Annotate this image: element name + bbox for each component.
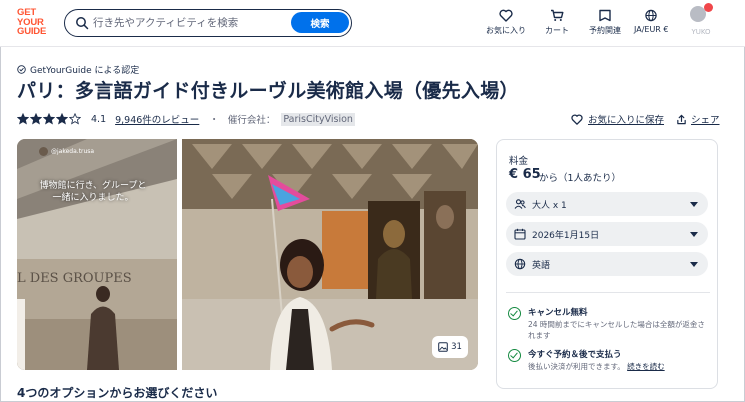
date-select[interactable]: 2026年1月15日 — [506, 222, 708, 246]
nav-wishlist[interactable]: お気に入り — [486, 9, 526, 36]
heart-icon — [499, 9, 513, 22]
feature-description: 24 時間前までにキャンセルした場合は全額が返金されます — [528, 320, 705, 340]
rating-row: 4.1 9,946件のレビュー ・ 催行会社： ParisCityVision — [17, 112, 355, 126]
page-title: パリ：多言語ガイド付きルーヴル美術館入場（優先入場） — [17, 80, 519, 102]
save-to-wishlist-button[interactable]: お気に入りに保存 — [571, 112, 664, 126]
louvre-group-photo: L DES GROUPES — [17, 139, 177, 370]
price-value: € 65 — [509, 167, 541, 182]
ticket-icon — [599, 9, 611, 22]
nav-cart[interactable]: カート — [545, 9, 569, 36]
notification-dot — [704, 3, 713, 12]
check-circle-icon — [508, 349, 521, 362]
feature-title: 今すぐ予約＆後で支払う — [528, 350, 622, 360]
globe-icon — [514, 258, 526, 270]
louvre-mona-lisa-photo — [182, 139, 478, 370]
share-label: シェア — [691, 115, 720, 126]
nav-bookings[interactable]: 予約関連 — [589, 9, 621, 36]
star-icon — [43, 113, 55, 125]
getyourguide-logo[interactable]: GET YOUR GUIDE — [17, 8, 49, 38]
user-avatar-icon — [39, 147, 48, 156]
options-heading: 4つのオプションからお選びください — [17, 386, 218, 400]
organizer-label: 催行会社： — [227, 115, 276, 126]
price-suffix: から（1人あたり） — [539, 173, 622, 184]
reviews-link[interactable]: 9,946件のレビュー — [115, 112, 199, 126]
star-icon — [30, 113, 42, 125]
calendar-icon — [514, 228, 526, 240]
top-header: GET YOUR GUIDE 検索 お気に入り カート 予約関連 — [0, 0, 745, 47]
nav-language-currency[interactable]: JA/EUR € — [634, 9, 669, 34]
language-value: 英語 — [532, 260, 551, 271]
separator-dot: ・ — [209, 115, 219, 126]
star-icon — [17, 113, 29, 125]
booking-card: 料金 € 65 から（1人あたり） 大人 x 1 2026年1月15日 英語 キ… — [496, 139, 718, 389]
feature-description: 後払い決済が利用できます。 続きを読む — [528, 361, 708, 372]
chevron-down-icon — [690, 202, 698, 207]
search-button[interactable]: 検索 — [291, 12, 349, 33]
verified-check-icon — [17, 65, 26, 74]
language-select[interactable]: 英語 — [506, 252, 708, 276]
share-icon — [677, 114, 686, 124]
svg-text:L DES GROUPES: L DES GROUPES — [17, 271, 132, 286]
feature-description-text: 後払い決済が利用できます。 — [528, 362, 625, 371]
heart-icon — [571, 114, 583, 125]
search-bar: 検索 — [64, 9, 352, 37]
search-icon — [76, 17, 89, 30]
card-divider — [506, 292, 710, 293]
star-icon — [56, 113, 68, 125]
globe-icon — [645, 9, 657, 22]
logo-line-3: GUIDE — [17, 26, 47, 37]
image-icon — [438, 342, 448, 352]
read-more-link[interactable]: 続きを読む — [627, 362, 665, 371]
price-label: 料金 — [509, 156, 529, 167]
check-circle-icon — [508, 307, 521, 320]
nav-wishlist-label: お気に入り — [486, 26, 526, 35]
photo-user-tag: @jakeda.trusa — [39, 147, 94, 156]
certification-badge: GetYourGuide による認定 — [17, 63, 139, 76]
rating-value: 4.1 — [91, 113, 107, 125]
gallery-photo-group[interactable]: L DES GROUPES @jakeda.trusa — [17, 139, 177, 370]
certification-text: GetYourGuide による認定 — [30, 66, 140, 76]
feature-title: キャンセル無料 — [528, 308, 588, 318]
nav-cart-label: カート — [545, 26, 569, 35]
chevron-down-icon — [690, 232, 698, 237]
gallery-photo-main[interactable]: 31 — [182, 139, 478, 370]
photo-count-button[interactable]: 31 — [432, 336, 468, 358]
share-button[interactable]: シェア — [676, 112, 720, 126]
participants-value: 大人 x 1 — [532, 200, 567, 211]
cart-icon — [551, 9, 564, 21]
nav-language-label: JA/EUR € — [634, 25, 669, 34]
chevron-down-icon — [690, 262, 698, 267]
photo-user-handle: @jakeda.trusa — [51, 148, 95, 155]
participants-select[interactable]: 大人 x 1 — [506, 192, 708, 216]
organizer-name[interactable]: ParisCityVision — [281, 112, 355, 126]
star-rating — [17, 113, 81, 125]
date-value: 2026年1月15日 — [532, 230, 600, 241]
profile-name: YUKO — [691, 28, 711, 36]
wishlist-label: お気に入りに保存 — [588, 115, 665, 126]
participants-icon — [514, 199, 526, 209]
photo-count: 31 — [451, 342, 462, 352]
photo-caption: 博物館に行き、グループと一緒に入りました。 — [39, 181, 147, 203]
star-icon — [69, 113, 81, 125]
nav-bookings-label: 予約関連 — [589, 26, 621, 35]
search-input[interactable] — [93, 14, 283, 32]
